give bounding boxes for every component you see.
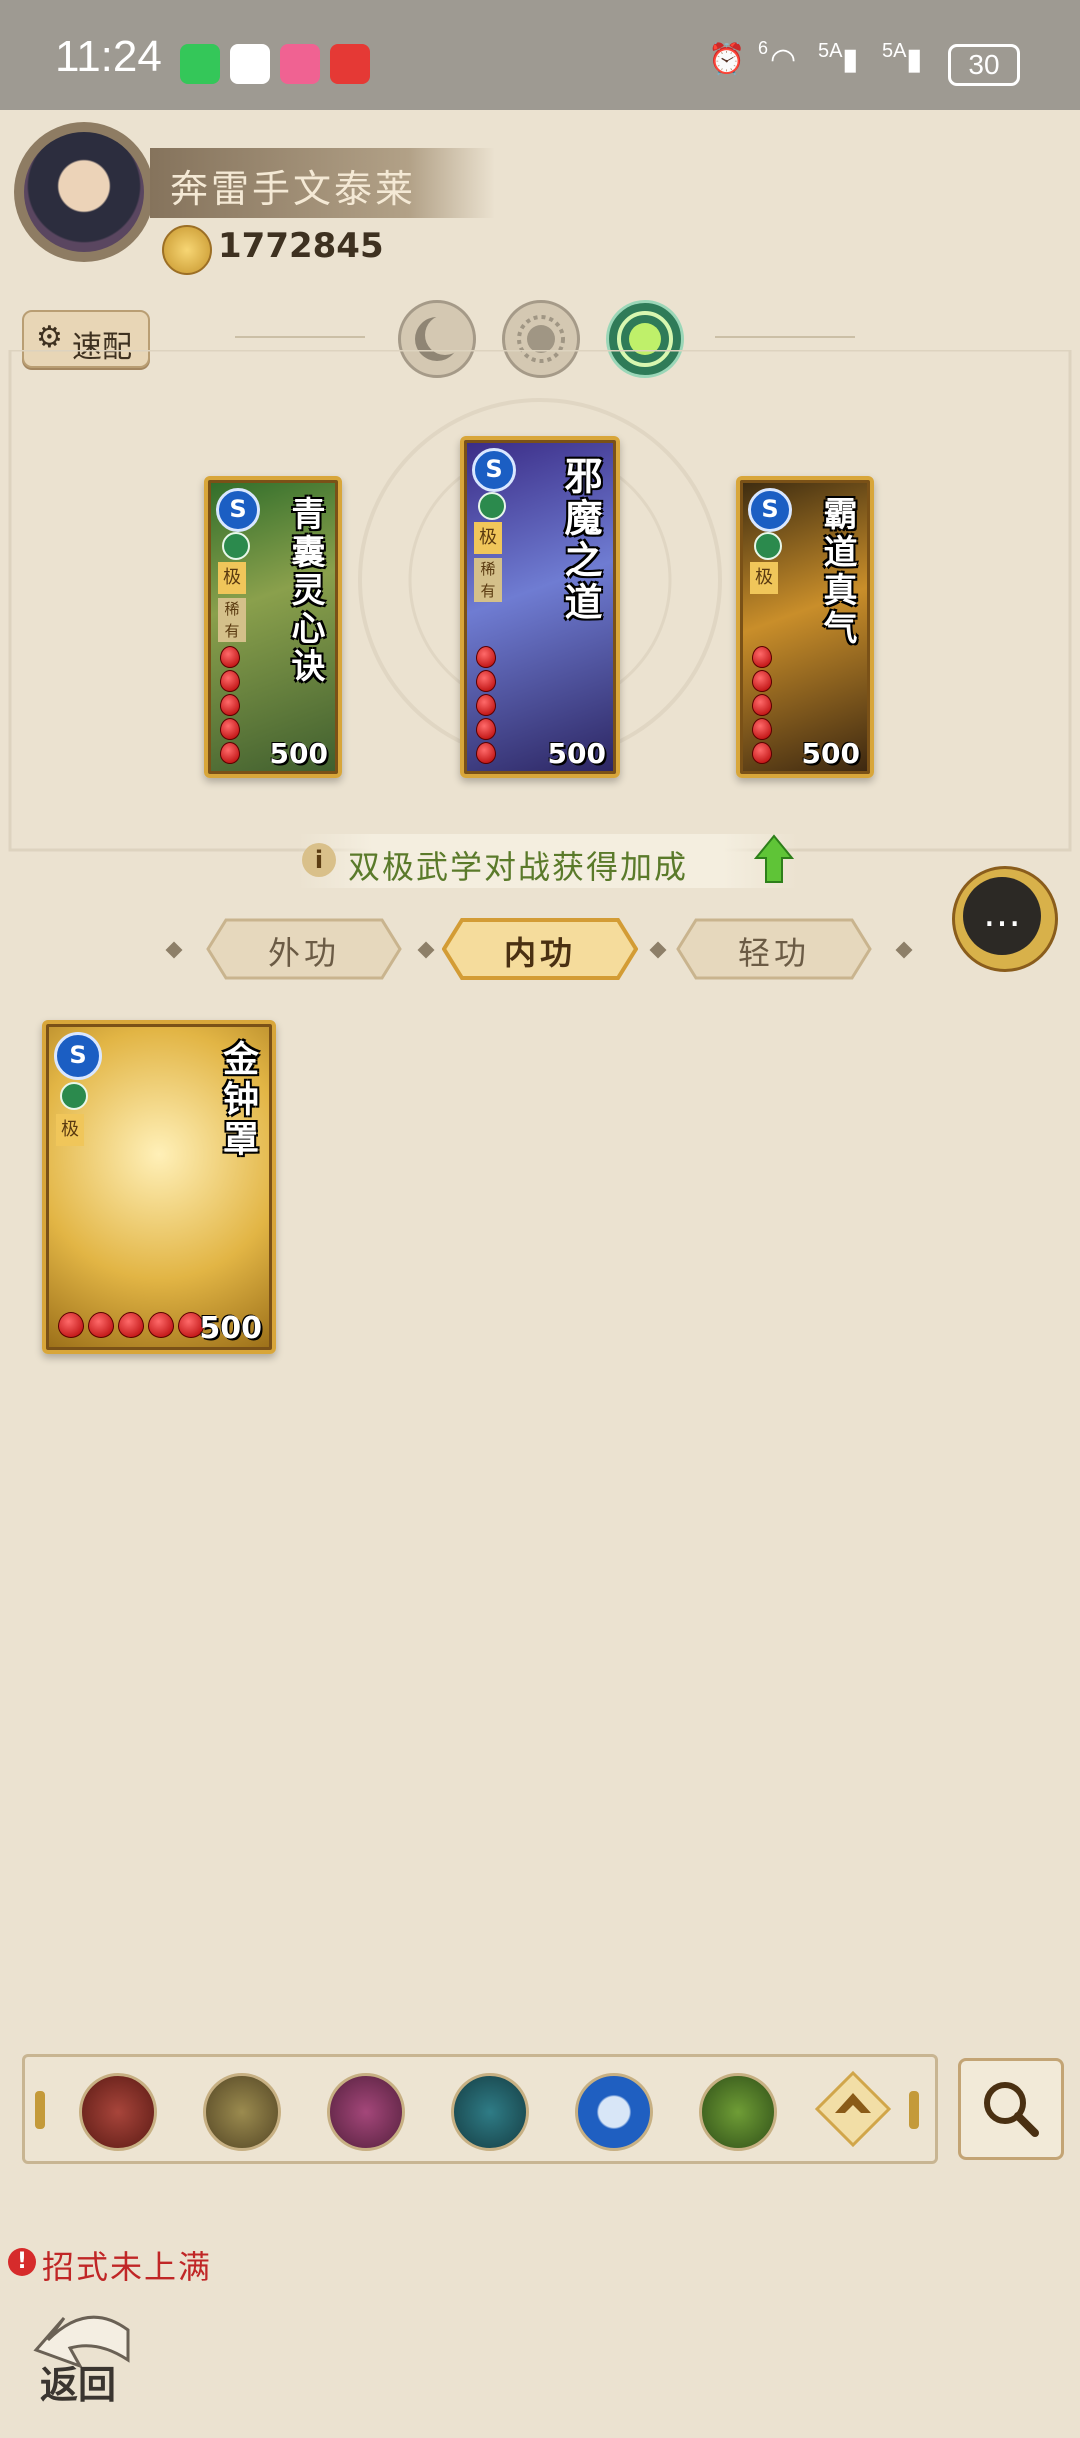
equipped-card-1[interactable]: S 极 稀有 青囊灵心诀 500 <box>204 476 342 778</box>
card-name: 邪魔之道 <box>558 456 603 624</box>
signal-2-icon: ▮ <box>906 43 923 76</box>
moon-icon <box>478 492 506 520</box>
tab-label: 外功 <box>267 934 340 972</box>
app-icon <box>230 44 270 84</box>
card-grade-tag: 极 <box>56 1114 84 1146</box>
tab-waigong[interactable]: 外功 <box>206 916 402 982</box>
card-gems <box>58 1312 204 1338</box>
tab-divider <box>417 941 435 959</box>
inventory-card[interactable]: S 极 金钟罩 500 <box>42 1020 276 1354</box>
card-name: 霸道真气 <box>817 496 857 648</box>
fan-icon[interactable] <box>451 2073 529 2151</box>
card-gems <box>476 646 496 764</box>
filter-bar <box>22 2054 938 2164</box>
coin-icon <box>162 225 212 275</box>
card-gems <box>220 646 240 764</box>
tab-divider <box>165 941 183 959</box>
chat-bubble-icon: … <box>963 877 1041 955</box>
wifi-sup: 6 <box>758 38 769 58</box>
tab-divider <box>649 941 667 959</box>
info-icon[interactable]: i <box>302 843 336 877</box>
blade-icon[interactable] <box>79 2073 157 2151</box>
back-label: 返回 <box>40 2362 117 2407</box>
avatar[interactable] <box>14 122 154 262</box>
search-icon <box>984 2082 1039 2137</box>
tab-divider <box>895 941 913 959</box>
card-gems <box>752 646 772 764</box>
tab-neigong[interactable]: 内功 <box>442 916 638 982</box>
avatar-image <box>24 132 144 252</box>
card-value: 500 <box>547 737 606 770</box>
card-grade-tag: 极 <box>474 522 502 554</box>
moon-icon <box>222 532 250 560</box>
player-name-bar: 奔雷手文泰莱 <box>150 148 495 218</box>
signal-2-label: 5A <box>882 40 907 62</box>
signal-1-label: 5A <box>818 40 843 62</box>
player-name: 奔雷手文泰莱 <box>170 167 417 211</box>
arrow-up-icon <box>754 834 794 883</box>
filter-bar-end <box>909 2091 919 2129</box>
card-grade-tag: 极 <box>218 562 246 594</box>
divider-line <box>715 336 855 338</box>
warning-text: 招式未上满 <box>42 2248 213 2286</box>
gear-icon: ⚙ <box>36 320 63 355</box>
fist-icon[interactable] <box>327 2073 405 2151</box>
tab-label: 内功 <box>503 934 576 972</box>
yinyang-icon[interactable] <box>575 2073 653 2151</box>
alarm-icon: ⏰ <box>708 43 746 76</box>
back-button[interactable]: 返回 <box>28 2300 148 2410</box>
bilibili-icon <box>280 44 320 84</box>
battery-indicator: 30 <box>948 44 1020 86</box>
netease-icon <box>330 44 370 84</box>
sword-icon[interactable] <box>203 2073 281 2151</box>
equipped-card-2[interactable]: S 极 稀有 邪魔之道 500 <box>460 436 620 778</box>
wechat-icon <box>180 44 220 84</box>
divider-line <box>235 336 365 338</box>
arrow-up-icon[interactable] <box>815 2071 891 2147</box>
card-name: 青囊灵心诀 <box>285 496 325 686</box>
search-button[interactable] <box>958 2058 1064 2160</box>
card-name: 金钟罩 <box>217 1040 259 1160</box>
card-value: 500 <box>269 737 328 770</box>
filter-bar-end <box>35 2091 45 2129</box>
wifi-icon: ◠ <box>770 43 797 76</box>
alert-icon: ! <box>8 2248 36 2276</box>
equipped-card-3[interactable]: S 极 霸道真气 500 <box>736 476 874 778</box>
card-rarity-tag: 稀有 <box>474 558 502 602</box>
card-rarity-tag: 稀有 <box>218 598 246 642</box>
moon-icon <box>754 532 782 560</box>
card-value: 500 <box>199 1311 262 1346</box>
tab-qinggong[interactable]: 轻功 <box>676 916 872 982</box>
moon-icon <box>60 1082 88 1110</box>
card-style-icon: S <box>54 1032 102 1080</box>
bonus-text: 双极武学对战获得加成 <box>348 848 689 886</box>
status-time: 11:24 <box>55 32 162 81</box>
tab-label: 轻功 <box>737 934 810 972</box>
signal-1-icon: ▮ <box>842 43 859 76</box>
hand-icon[interactable] <box>699 2073 777 2151</box>
status-bar: 11:24 ⏰ 6 ◠ 5A ▮ 5A ▮ 30 <box>0 0 1080 110</box>
card-style-icon: S <box>748 488 792 532</box>
card-grade-tag: 极 <box>750 562 778 594</box>
card-value: 500 <box>801 737 860 770</box>
coin-count: 1772845 <box>218 226 384 266</box>
chat-button[interactable]: … <box>952 866 1058 972</box>
bonus-banner: i 双极武学对战获得加成 <box>298 834 798 888</box>
card-style-icon: S <box>472 448 516 492</box>
card-style-icon: S <box>216 488 260 532</box>
